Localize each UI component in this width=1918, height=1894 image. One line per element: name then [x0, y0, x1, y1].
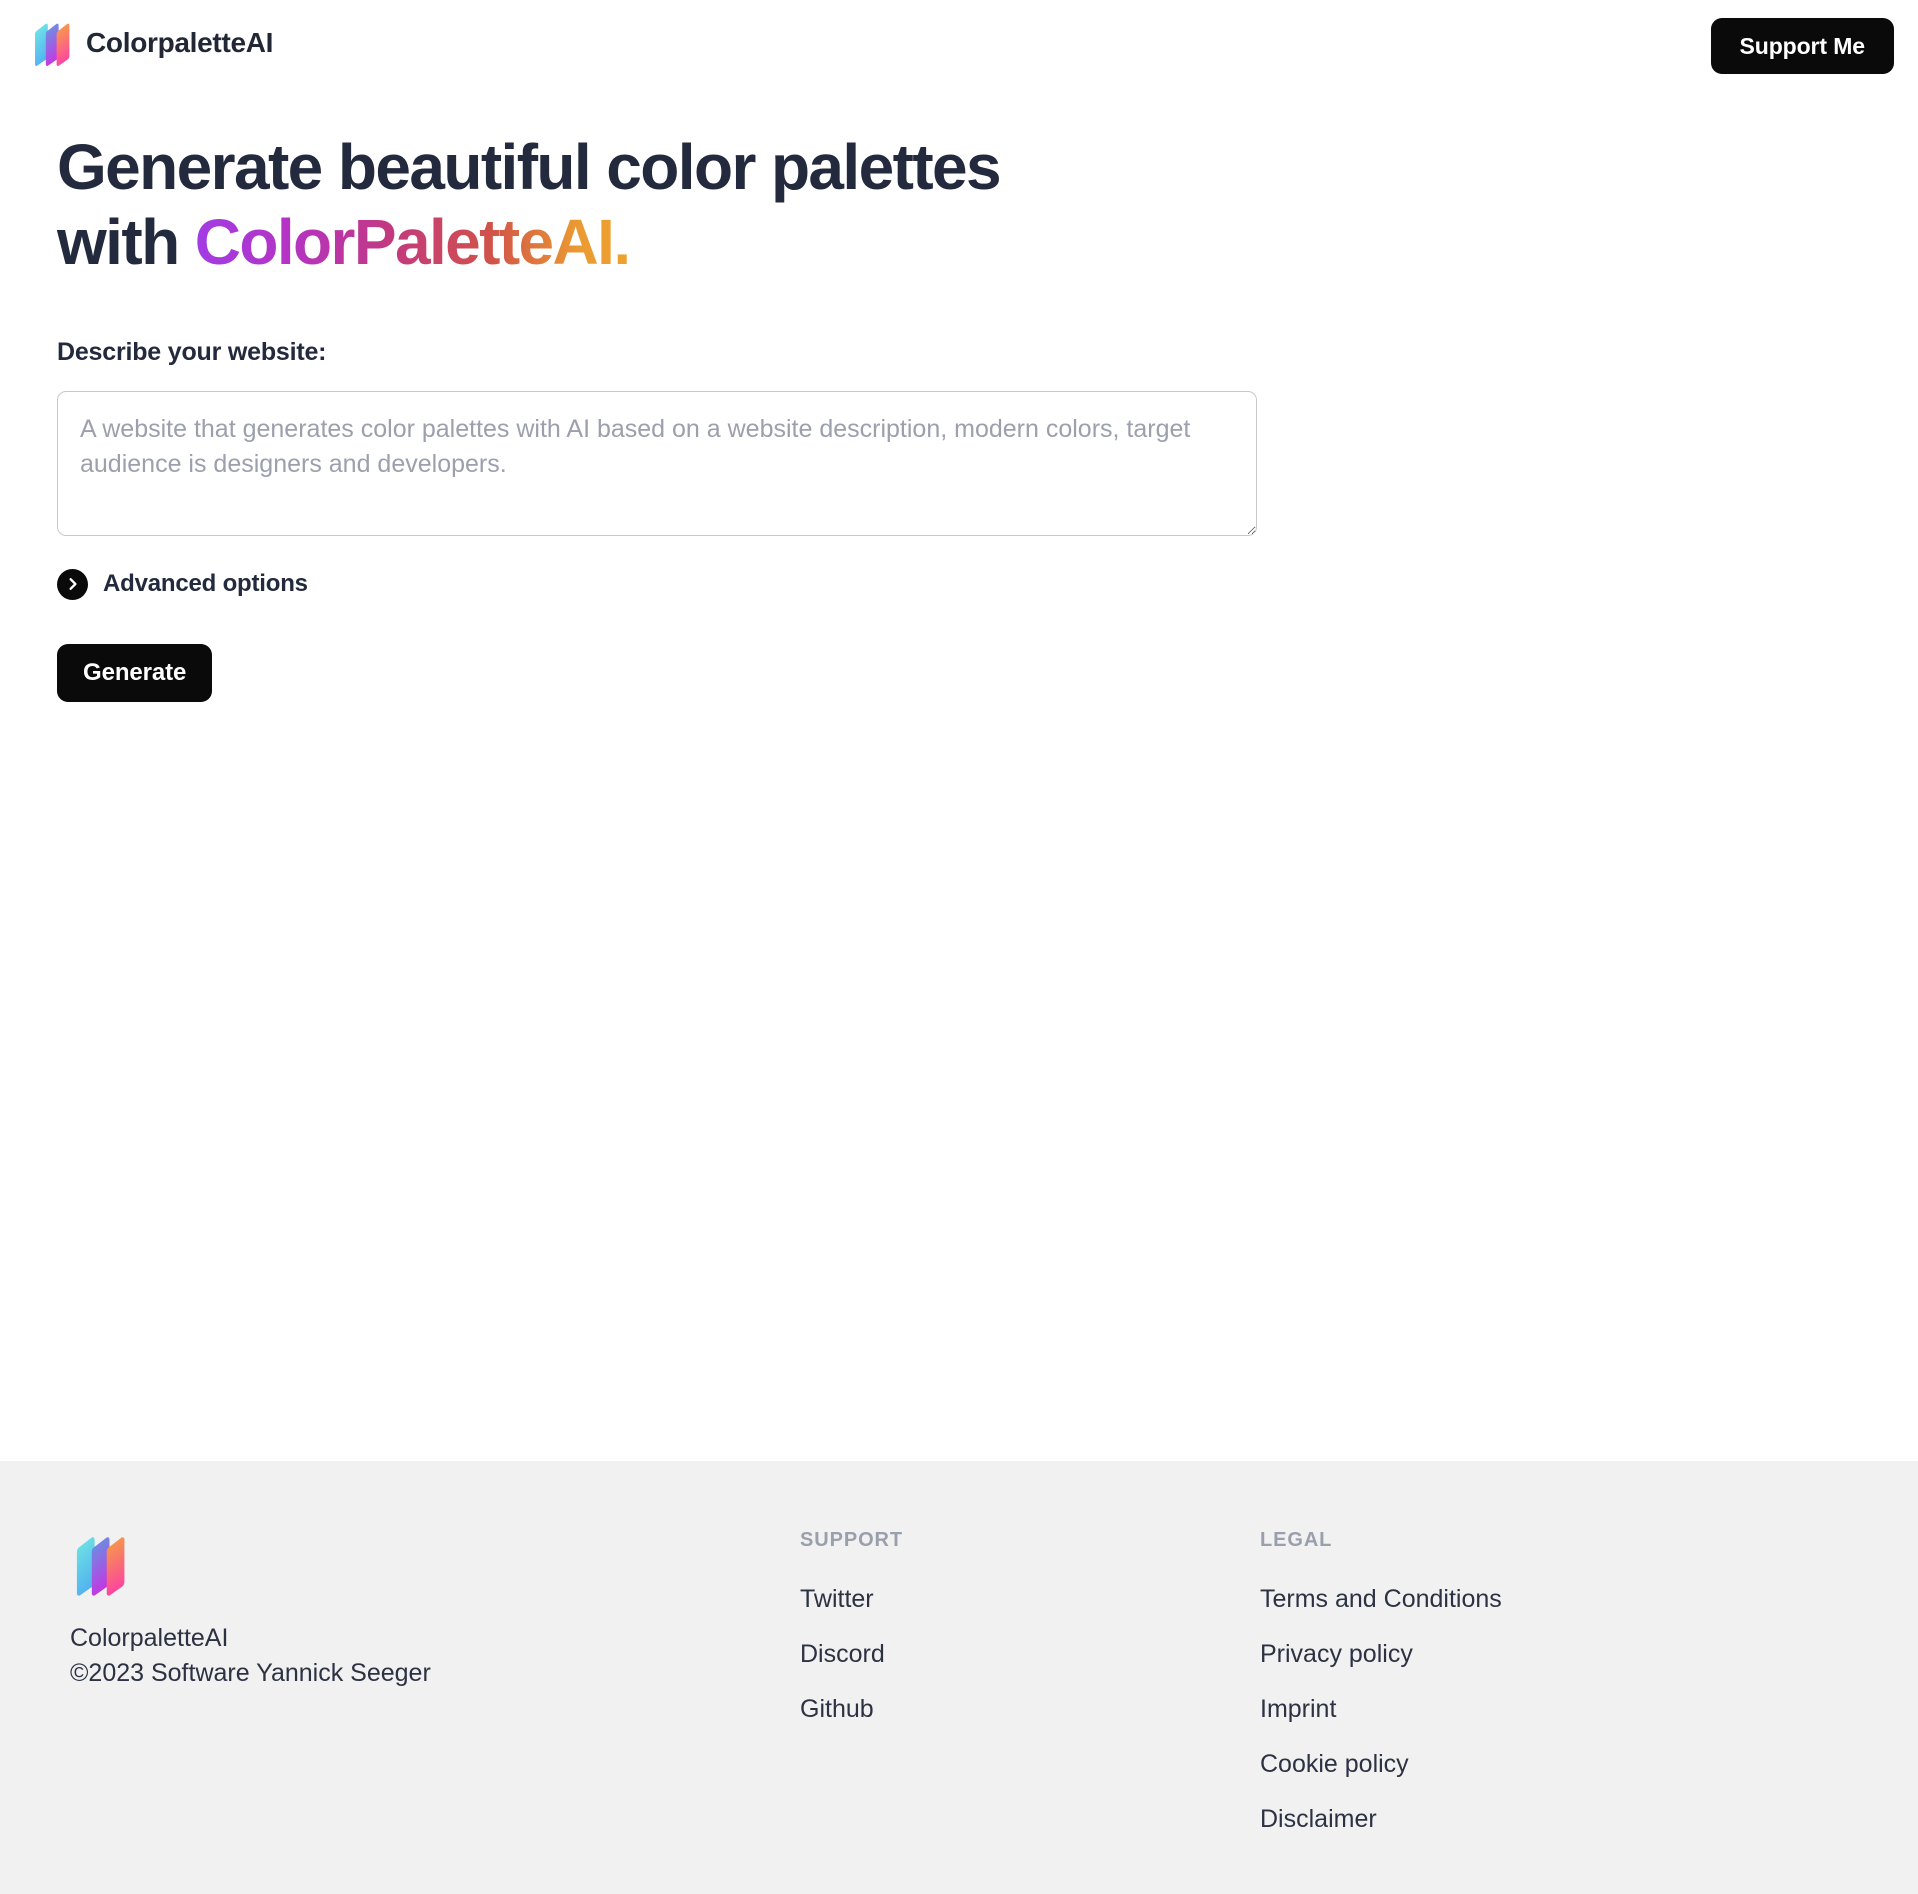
- footer-link-disclaimer[interactable]: Disclaimer: [1260, 1805, 1720, 1834]
- footer-column-legal: LEGAL Terms and Conditions Privacy polic…: [1260, 1529, 1720, 1834]
- footer-column-title: LEGAL: [1260, 1529, 1333, 1551]
- page-title: Generate beautiful color palettes with C…: [0, 92, 1150, 280]
- footer-link-terms-and-conditions[interactable]: Terms and Conditions: [1260, 1585, 1720, 1614]
- page-root: ColorpaletteAI Support Me Generate beaut…: [0, 0, 1918, 1894]
- chevron-right-icon: [57, 568, 88, 600]
- footer-column-title: SUPPORT: [800, 1529, 903, 1551]
- describe-website-label: Describe your website:: [57, 337, 327, 366]
- describe-website-form: Describe your website: Advanced options …: [0, 280, 1918, 702]
- footer-link-discord[interactable]: Discord: [800, 1640, 1260, 1669]
- site-header: ColorpaletteAI Support Me: [0, 0, 1918, 92]
- hero-heading-line1: Generate beautiful color palettes: [57, 131, 1002, 203]
- main-content: Generate beautiful color palettes with C…: [0, 92, 1918, 702]
- hero-heading-brand-gradient: ColorPaletteAI.: [194, 205, 631, 278]
- brand-name: ColorpaletteAI: [86, 27, 274, 58]
- website-description-input[interactable]: [57, 390, 1257, 536]
- hero-heading-line2-prefix: with: [57, 205, 195, 278]
- footer-link-twitter[interactable]: Twitter: [800, 1585, 1260, 1614]
- footer-link-github[interactable]: Github: [800, 1695, 1260, 1724]
- colorpalette-logo-icon: [70, 1529, 800, 1599]
- site-footer: ColorpaletteAI ©2023 Software Yannick Se…: [0, 1461, 1918, 1894]
- colorpalette-logo-icon: [30, 19, 72, 67]
- footer-brand-column: ColorpaletteAI ©2023 Software Yannick Se…: [70, 1529, 800, 1834]
- footer-link-cookie-policy[interactable]: Cookie policy: [1260, 1750, 1720, 1779]
- footer-copyright: ©2023 Software Yannick Seeger: [70, 1658, 431, 1687]
- footer-link-privacy-policy[interactable]: Privacy policy: [1260, 1640, 1720, 1669]
- footer-brand-name: ColorpaletteAI: [70, 1624, 229, 1652]
- advanced-options-toggle[interactable]: Advanced options: [57, 568, 308, 600]
- footer-inner: ColorpaletteAI ©2023 Software Yannick Se…: [0, 1461, 1918, 1834]
- brand-home-link[interactable]: ColorpaletteAI: [30, 19, 273, 67]
- support-me-button[interactable]: Support Me: [1710, 18, 1894, 74]
- generate-button[interactable]: Generate: [57, 643, 213, 702]
- footer-column-support: SUPPORT Twitter Discord Github: [800, 1529, 1260, 1834]
- advanced-options-label: Advanced options: [103, 570, 308, 598]
- footer-link-imprint[interactable]: Imprint: [1260, 1695, 1720, 1724]
